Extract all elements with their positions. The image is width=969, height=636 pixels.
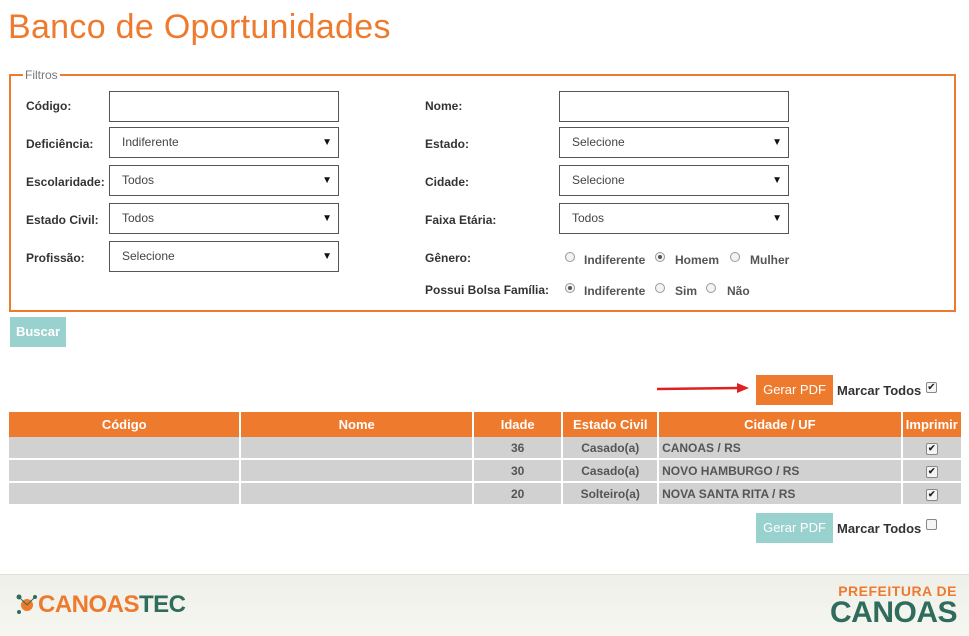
chevron-down-icon: ▼ bbox=[322, 213, 332, 224]
bolsa-option-indiferente: Indiferente bbox=[584, 284, 646, 298]
cell-idade: 30 bbox=[472, 459, 564, 483]
cell-idade: 36 bbox=[472, 437, 564, 460]
footer: CANOASTEC PREFEITURA DE CANOAS bbox=[0, 574, 969, 636]
molecule-icon bbox=[16, 594, 37, 614]
chevron-down-icon: ▼ bbox=[772, 137, 782, 148]
prefeitura-canoas-logo: PREFEITURA DE CANOAS bbox=[829, 583, 958, 629]
deficiencia-select[interactable]: Indiferente ▼ bbox=[109, 127, 339, 158]
genero-radio-mulher[interactable] bbox=[730, 252, 740, 262]
cell-nome bbox=[240, 459, 474, 483]
chevron-down-icon: ▼ bbox=[772, 175, 782, 186]
bolsa-option-nao: Não bbox=[727, 284, 750, 298]
cell-codigo bbox=[9, 482, 242, 506]
bolsa-radio-sim[interactable] bbox=[655, 283, 665, 293]
cell-cidade: CANOAS / RS bbox=[658, 437, 903, 460]
table-row: 20 Solteiro(a) NOVA SANTA RITA / RS ✔ bbox=[9, 482, 961, 506]
col-imprimir: Imprimir bbox=[901, 412, 961, 437]
marcar-todos-label-bottom: Marcar Todos bbox=[837, 521, 922, 536]
table-row: 36 Casado(a) CANOAS / RS ✔ bbox=[9, 437, 961, 460]
col-codigo: Código bbox=[9, 412, 242, 437]
codigo-label: Código: bbox=[26, 99, 72, 113]
gerar-pdf-button-top[interactable]: Gerar PDF bbox=[756, 375, 833, 405]
profissao-value: Selecione bbox=[122, 249, 175, 263]
nome-label: Nome: bbox=[425, 99, 463, 113]
canoastec-logo: CANOASTEC bbox=[16, 591, 186, 619]
chevron-down-icon: ▼ bbox=[772, 213, 782, 224]
genero-radio-homem[interactable] bbox=[655, 252, 665, 262]
cell-cidade: NOVO HAMBURGO / RS bbox=[658, 459, 903, 483]
filters-legend: Filtros bbox=[25, 68, 58, 82]
chevron-down-icon: ▼ bbox=[322, 175, 332, 186]
cell-imprimir: ✔ bbox=[901, 437, 961, 460]
col-nome: Nome bbox=[240, 412, 474, 437]
bolsa-radio-nao[interactable] bbox=[706, 283, 716, 293]
genero-option-indiferente: Indiferente bbox=[584, 253, 646, 267]
estado-label: Estado: bbox=[425, 137, 470, 151]
chevron-down-icon: ▼ bbox=[322, 251, 332, 262]
bolsa-option-sim: Sim bbox=[675, 284, 698, 298]
imprimir-checkbox[interactable]: ✔ bbox=[925, 443, 938, 455]
escolaridade-select[interactable]: Todos ▼ bbox=[109, 165, 339, 196]
cell-cidade: NOVA SANTA RITA / RS bbox=[658, 482, 903, 506]
buscar-button[interactable]: Buscar bbox=[10, 317, 66, 347]
cell-nome bbox=[240, 482, 474, 506]
estado-civil-select[interactable]: Todos ▼ bbox=[109, 203, 339, 234]
prefeitura-logo-bottom: CANOAS bbox=[829, 596, 958, 629]
canoastec-logo-text-b: TEC bbox=[139, 591, 186, 618]
nome-input[interactable] bbox=[559, 91, 789, 122]
cell-idade: 20 bbox=[472, 482, 564, 506]
imprimir-checkbox[interactable]: ✔ bbox=[925, 489, 938, 501]
table-header-row: Código Nome Idade Estado Civil Cidade / … bbox=[9, 412, 961, 437]
profissao-label: Profissão: bbox=[26, 251, 85, 265]
estado-value: Selecione bbox=[572, 135, 625, 149]
canoastec-logo-text-a: CANOAS bbox=[38, 591, 140, 618]
bolsa-radio-indiferente[interactable] bbox=[565, 283, 575, 293]
cell-estado-civil: Solteiro(a) bbox=[562, 482, 660, 506]
cell-estado-civil: Casado(a) bbox=[562, 437, 660, 460]
estado-civil-label: Estado Civil: bbox=[26, 213, 99, 227]
cell-nome bbox=[240, 437, 474, 460]
escolaridade-value: Todos bbox=[122, 173, 155, 187]
marcar-todos-label-top: Marcar Todos bbox=[837, 383, 922, 398]
imprimir-checkbox[interactable]: ✔ bbox=[925, 466, 938, 478]
chevron-down-icon: ▼ bbox=[322, 137, 332, 148]
table-row: 30 Casado(a) NOVO HAMBURGO / RS ✔ bbox=[9, 459, 961, 483]
estado-select[interactable]: Selecione ▼ bbox=[559, 127, 789, 158]
genero-option-mulher: Mulher bbox=[750, 253, 790, 267]
faixa-etaria-select[interactable]: Todos ▼ bbox=[559, 203, 789, 234]
red-arrow-icon bbox=[657, 383, 749, 393]
faixa-etaria-value: Todos bbox=[572, 211, 605, 225]
cidade-label: Cidade: bbox=[425, 175, 470, 189]
col-estado-civil: Estado Civil bbox=[562, 412, 660, 437]
escolaridade-label: Escolaridade: bbox=[26, 175, 105, 189]
cell-imprimir: ✔ bbox=[901, 459, 961, 483]
genero-label: Gênero: bbox=[425, 251, 472, 265]
cell-estado-civil: Casado(a) bbox=[562, 459, 660, 483]
bolsa-familia-label: Possui Bolsa Família: bbox=[425, 283, 550, 297]
marcar-todos-checkbox-bottom[interactable] bbox=[926, 519, 937, 530]
estado-civil-value: Todos bbox=[122, 211, 155, 225]
col-idade: Idade bbox=[472, 412, 564, 437]
genero-radio-indiferente[interactable] bbox=[565, 252, 575, 262]
profissao-select[interactable]: Selecione ▼ bbox=[109, 241, 339, 272]
faixa-etaria-label: Faixa Etária: bbox=[425, 213, 497, 227]
results-table: Código Nome Idade Estado Civil Cidade / … bbox=[9, 412, 961, 506]
marcar-todos-checkbox-top[interactable]: ✔ bbox=[926, 382, 937, 393]
codigo-input[interactable] bbox=[109, 91, 339, 122]
cidade-value: Selecione bbox=[572, 173, 625, 187]
deficiencia-value: Indiferente bbox=[122, 135, 179, 149]
cell-codigo bbox=[9, 437, 242, 460]
cell-imprimir: ✔ bbox=[901, 482, 961, 506]
gerar-pdf-button-bottom[interactable]: Gerar PDF bbox=[756, 513, 833, 543]
col-cidade: Cidade / UF bbox=[658, 412, 903, 437]
page-title: Banco de Oportunidades bbox=[8, 8, 391, 46]
cell-codigo bbox=[9, 459, 242, 483]
deficiencia-label: Deficiência: bbox=[26, 137, 94, 151]
cidade-select[interactable]: Selecione ▼ bbox=[559, 165, 789, 196]
genero-option-homem: Homem bbox=[675, 253, 720, 267]
